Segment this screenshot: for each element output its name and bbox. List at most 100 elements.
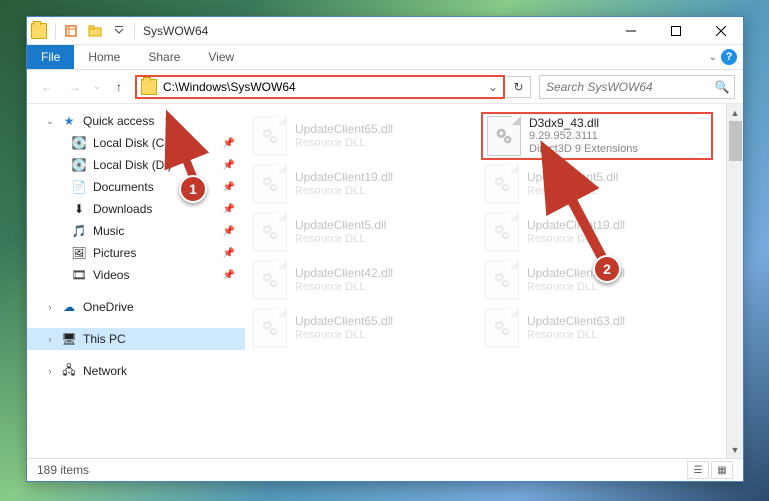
view-icons-button[interactable]: ▦: [711, 461, 733, 479]
file-list-pane[interactable]: UpdateClient65.dllResource DLLD3dx9_43.d…: [245, 104, 743, 458]
file-name: UpdateClient65.dll: [295, 314, 393, 328]
search-icon[interactable]: 🔍: [710, 80, 734, 94]
sidebar-label: OneDrive: [83, 300, 134, 314]
file-item[interactable]: UpdateClient65.dllResource DLL: [249, 112, 481, 160]
file-name: UpdateClient5.dll: [295, 218, 386, 232]
scroll-thumb[interactable]: [729, 121, 742, 161]
status-item-count: 189 items: [37, 463, 89, 477]
dll-file-icon: [253, 212, 287, 252]
file-item[interactable]: UpdateClient5.dllResource DLL: [481, 160, 713, 208]
tab-share[interactable]: Share: [134, 45, 194, 69]
file-desc: 9.29.952.3111: [529, 130, 638, 143]
music-icon: 🎵: [71, 223, 87, 239]
file-item[interactable]: UpdateClient5.dllResource DLL: [249, 208, 481, 256]
maximize-button[interactable]: [653, 17, 698, 45]
sidebar-item-videos[interactable]: 🎞 Videos 📌: [27, 264, 245, 286]
dll-file-icon: [485, 260, 519, 300]
recent-dropdown-icon[interactable]: ⌄: [91, 75, 103, 99]
close-button[interactable]: [698, 17, 743, 45]
search-box[interactable]: 🔍: [539, 75, 735, 99]
app-folder-icon: [31, 23, 47, 39]
network-icon: 🖧: [61, 363, 77, 379]
file-name: UpdateClient19.dll: [527, 218, 625, 232]
view-details-button[interactable]: ☰: [687, 461, 709, 479]
file-item[interactable]: UpdateClient65.dllResource DLL: [249, 304, 481, 352]
sidebar-item-network[interactable]: ›🖧Network: [27, 360, 245, 382]
file-desc: Resource DLL: [295, 185, 393, 198]
sidebar-label: Pictures: [93, 246, 136, 260]
forward-button[interactable]: →: [63, 75, 87, 99]
file-item[interactable]: D3dx9_43.dll9.29.952.3111Direct3D 9 Exte…: [481, 112, 713, 160]
annotation-callout-1: 1: [179, 175, 207, 203]
annotation-callout-2: 2: [593, 255, 621, 283]
pictures-icon: 🖼: [71, 245, 87, 261]
sidebar-item-onedrive[interactable]: ›☁OneDrive: [27, 296, 245, 318]
sidebar-item-downloads[interactable]: ⬇ Downloads 📌: [27, 198, 245, 220]
address-bar[interactable]: ⌄: [135, 75, 505, 99]
up-button[interactable]: ↑: [107, 75, 131, 99]
quick-access-toolbar: [53, 20, 137, 42]
sidebar-label: Videos: [93, 268, 129, 282]
this-pc-icon: 🖥: [61, 331, 77, 347]
qat-dropdown-icon[interactable]: [108, 20, 130, 42]
tab-home[interactable]: Home: [74, 45, 134, 69]
dll-file-icon: [253, 308, 287, 348]
sidebar-label: Quick access: [83, 114, 154, 128]
file-item[interactable]: UpdateClient42.dllResource DLL: [249, 256, 481, 304]
scroll-down-icon[interactable]: ▼: [727, 441, 743, 458]
pin-icon: 📌: [223, 226, 235, 237]
file-item[interactable]: UpdateClient19.dllResource DLL: [481, 208, 713, 256]
sidebar-item-quick-access[interactable]: ⌄★Quick access: [27, 110, 245, 132]
file-name: UpdateClient19.dll: [295, 170, 393, 184]
refresh-button[interactable]: ↻: [507, 76, 531, 98]
pin-icon: 📌: [223, 182, 235, 193]
tab-file[interactable]: File: [27, 45, 74, 69]
sidebar-label: Downloads: [93, 202, 152, 216]
address-input[interactable]: [161, 77, 483, 97]
navigation-pane[interactable]: ⌄★Quick access 💽Local Disk (C:)📌 💽Local …: [27, 104, 245, 458]
dll-file-icon: [253, 164, 287, 204]
pin-icon: 📌: [223, 248, 235, 259]
file-desc: Resource DLL: [527, 185, 618, 198]
onedrive-icon: ☁: [61, 299, 77, 315]
ribbon-tabs: File Home Share View ⌄ ?: [27, 45, 743, 70]
sidebar-item-music[interactable]: 🎵Music📌: [27, 220, 245, 242]
videos-icon: 🎞: [71, 267, 87, 283]
sidebar-label: Local Disk (C:): [93, 136, 172, 150]
qat-newfolder-icon[interactable]: [84, 20, 106, 42]
sidebar-item-local-d[interactable]: 💽Local Disk (D:)📌: [27, 154, 245, 176]
sidebar-label: Network: [83, 364, 127, 378]
star-icon: ★: [61, 113, 77, 129]
file-item[interactable]: UpdateClient19.dllResource DLL: [249, 160, 481, 208]
downloads-icon: ⬇: [71, 201, 87, 217]
sidebar-item-local-c[interactable]: 💽Local Disk (C:)📌: [27, 132, 245, 154]
sidebar-item-documents[interactable]: 📄Documents📌: [27, 176, 245, 198]
pin-icon: 📌: [223, 204, 235, 215]
vertical-scrollbar[interactable]: ▲ ▼: [726, 104, 743, 458]
sidebar-label: Documents: [93, 180, 154, 194]
dll-file-icon: [253, 260, 287, 300]
file-name: UpdateClient5.dll: [527, 170, 618, 184]
scroll-up-icon[interactable]: ▲: [727, 104, 743, 121]
status-bar: 189 items ☰ ▦: [27, 458, 743, 481]
back-button[interactable]: ←: [35, 75, 59, 99]
minimize-button[interactable]: [608, 17, 653, 45]
search-input[interactable]: [540, 77, 710, 97]
file-item[interactable]: UpdateClient63.dllResource DLL: [481, 304, 713, 352]
address-dropdown-icon[interactable]: ⌄: [483, 80, 503, 94]
tab-view[interactable]: View: [194, 45, 248, 69]
address-folder-icon: [141, 79, 157, 95]
file-desc: Resource DLL: [527, 329, 625, 342]
ribbon-expand-icon[interactable]: ⌄: [709, 52, 717, 63]
window-controls: [608, 17, 743, 45]
title-bar[interactable]: SysWOW64: [27, 17, 743, 45]
pin-icon: 📌: [223, 270, 235, 281]
file-desc: Resource DLL: [295, 233, 386, 246]
qat-properties-icon[interactable]: [60, 20, 82, 42]
drive-icon: 💽: [71, 157, 87, 173]
help-icon[interactable]: ?: [721, 49, 737, 65]
sidebar-item-pictures[interactable]: 🖼 Pictures 📌: [27, 242, 245, 264]
sidebar-item-this-pc[interactable]: ›🖥This PC: [27, 328, 245, 350]
sidebar-label: This PC: [83, 332, 126, 346]
pin-icon: 📌: [223, 160, 235, 171]
